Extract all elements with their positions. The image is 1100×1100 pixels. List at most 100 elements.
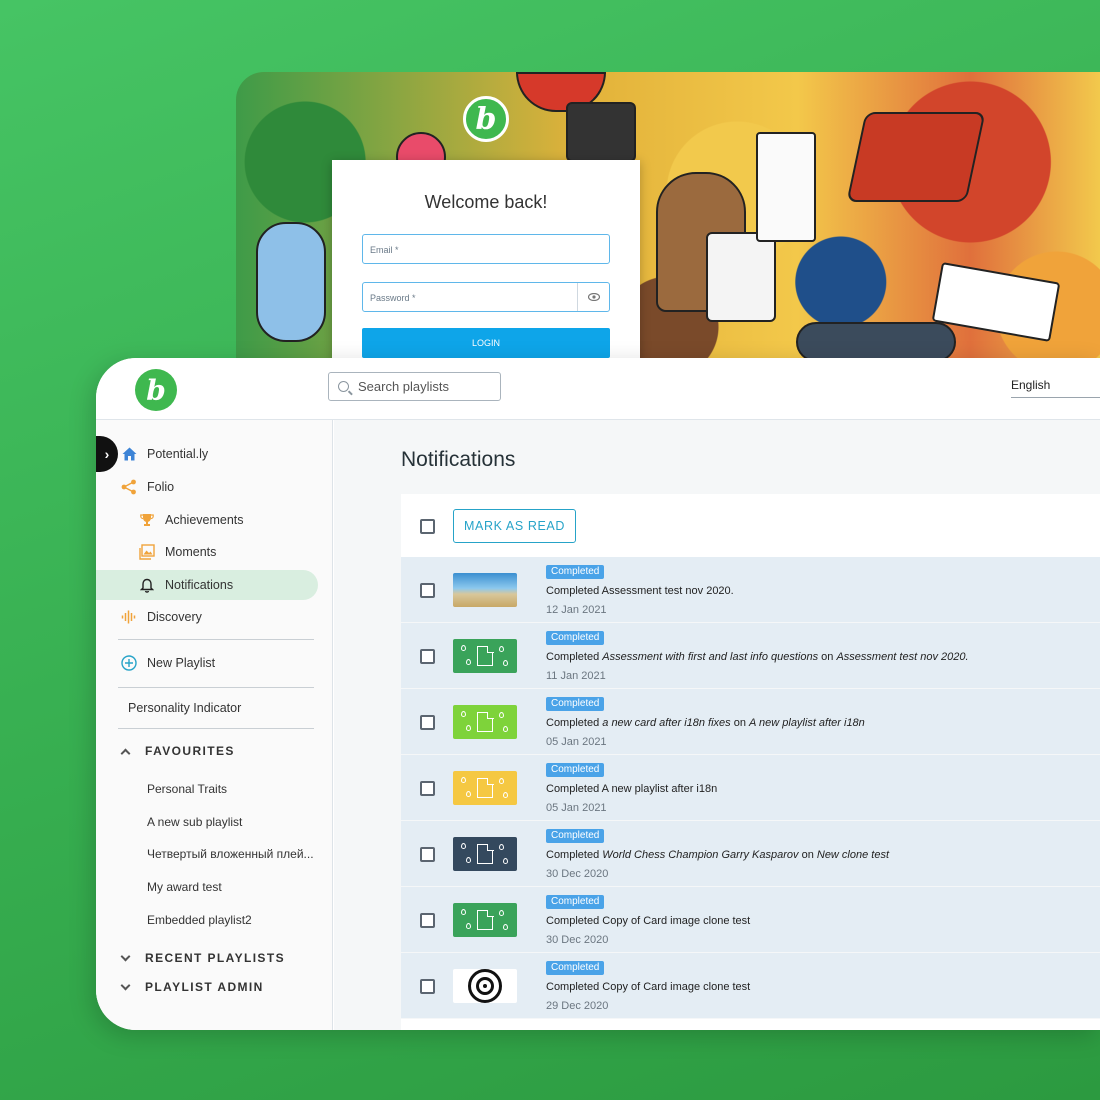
row-checkbox[interactable] [420, 979, 435, 994]
sidebar-divider [118, 687, 314, 688]
sidebar-item-potentially[interactable]: Potential.ly [96, 439, 318, 469]
row-checkbox[interactable] [420, 583, 435, 598]
sidebar: › Potential.ly Folio Achievements Moment [96, 420, 333, 1030]
add-circle-icon [120, 654, 138, 672]
search-icon [338, 381, 349, 392]
notification-date: 11 Jan 2021 [546, 670, 606, 682]
login-title: Welcome back! [424, 192, 548, 212]
favourite-item[interactable]: A new sub playlist [147, 815, 322, 829]
trophy-icon [138, 511, 156, 529]
notification-text: Completed Copy of Card image clone test [546, 915, 751, 927]
audio-wave-icon [120, 608, 138, 626]
status-badge: Completed [546, 631, 605, 645]
recent-playlists-heading: RECENT PLAYLISTS [145, 951, 285, 965]
notification-row[interactable]: Completed Completed World Chess Champion … [401, 821, 1100, 887]
search-input[interactable]: Search playlists [328, 372, 501, 401]
illustration-tv [566, 102, 636, 162]
illustration-surgeon [256, 222, 326, 342]
status-badge: Completed [546, 895, 605, 909]
login-screen-window: b Welcome back! Email * Password * LOGIN [236, 72, 1100, 372]
favourites-toggle[interactable]: FAVOURITES [120, 744, 235, 758]
favourite-item[interactable]: Четвертый вложенный плей... [147, 847, 322, 861]
favourite-item[interactable]: Embedded playlist2 [147, 913, 322, 927]
notification-date: 30 Dec 2020 [546, 868, 609, 880]
playlist-admin-toggle[interactable]: PLAYLIST ADMIN [120, 980, 264, 994]
bell-icon [138, 576, 156, 594]
sidebar-item-folio[interactable]: Folio [96, 472, 318, 502]
recent-playlists-toggle[interactable]: RECENT PLAYLISTS [120, 951, 285, 965]
status-badge: Completed [546, 697, 605, 711]
row-checkbox[interactable] [420, 715, 435, 730]
sidebar-item-achievements[interactable]: Achievements [96, 505, 318, 535]
notification-date: 05 Jan 2021 [546, 802, 607, 814]
notification-text: Completed A new playlist after i18n [546, 783, 718, 795]
page-title: Notifications [401, 448, 516, 471]
login-button[interactable]: LOGIN [362, 328, 610, 358]
notification-date: 30 Dec 2020 [546, 934, 609, 946]
notification-row[interactable]: Completed Completed Copy of Card image cl… [401, 887, 1100, 953]
image-icon [138, 543, 156, 561]
sidebar-item-label: Achievements [165, 513, 244, 527]
app-window: b Search playlists English › Potential.l… [96, 358, 1100, 1030]
row-checkbox[interactable] [420, 847, 435, 862]
main-content: Notifications MARK AS READ Completed Comp… [334, 420, 1100, 1030]
favourite-item[interactable]: Personal Traits [147, 782, 322, 796]
notification-row[interactable]: Completed Completed Assessment with first… [401, 623, 1100, 689]
illustration-canyon [846, 112, 986, 202]
sidebar-item-moments[interactable]: Moments [96, 537, 318, 567]
email-label: Email * [370, 245, 399, 255]
notification-row[interactable]: Completed Completed a new card after i18n… [401, 689, 1100, 755]
new-playlist-button[interactable]: New Playlist [96, 648, 318, 678]
sidebar-item-label: Folio [147, 480, 175, 494]
notification-date: 05 Jan 2021 [546, 736, 607, 748]
sidebar-item-discovery[interactable]: Discovery [96, 602, 318, 632]
select-all-checkbox[interactable] [420, 519, 435, 534]
document-icon [453, 705, 517, 739]
new-playlist-label: New Playlist [147, 656, 216, 670]
row-checkbox[interactable] [420, 781, 435, 796]
email-field[interactable]: Email * [362, 234, 610, 264]
notification-date: 29 Dec 2020 [546, 1000, 609, 1012]
sidebar-item-label: Moments [165, 545, 217, 559]
notification-row[interactable]: Completed Completed Assessment test nov 2… [401, 557, 1100, 623]
notification-text: Completed World Chess Champion Garry Kas… [546, 849, 890, 861]
sidebar-item-label: Discovery [147, 610, 202, 624]
eye-icon[interactable] [577, 283, 609, 311]
playlist-admin-heading: PLAYLIST ADMIN [145, 980, 264, 994]
favourite-item[interactable]: My award test [147, 880, 322, 894]
document-icon [453, 771, 517, 805]
list-toolbar: MARK AS READ [401, 494, 1100, 557]
illustration-camera [706, 232, 776, 322]
sidebar-item-notifications[interactable]: Notifications [96, 570, 318, 600]
row-checkbox[interactable] [420, 649, 435, 664]
row-checkbox[interactable] [420, 913, 435, 928]
beach-thumbnail [453, 573, 517, 607]
notification-text: Completed Assessment test nov 2020. [546, 585, 734, 597]
favourites-heading: FAVOURITES [145, 744, 235, 758]
personality-indicator-label: Personality Indicator [128, 701, 242, 715]
notification-row[interactable]: Completed Completed A new playlist after … [401, 755, 1100, 821]
mark-as-read-button[interactable]: MARK AS READ [453, 509, 576, 543]
personality-indicator-link[interactable]: Personality Indicator [96, 693, 318, 723]
chevron-down-icon [120, 951, 131, 962]
chevron-up-icon [120, 748, 131, 758]
language-select[interactable]: English [1011, 378, 1100, 398]
notification-text: Completed Copy of Card image clone test [546, 981, 751, 993]
login-card: Welcome back! Email * Password * LOGIN [332, 160, 640, 372]
notifications-list: MARK AS READ Completed Completed Assessme… [401, 494, 1100, 1030]
status-badge: Completed [546, 829, 605, 843]
app-logo[interactable]: b [135, 369, 177, 411]
status-badge: Completed [546, 961, 605, 975]
document-icon [453, 903, 517, 937]
home-icon [120, 445, 138, 463]
share-icon [120, 478, 138, 496]
notification-text: Completed Assessment with first and last… [546, 651, 969, 663]
sidebar-divider [118, 728, 314, 729]
notification-date: 12 Jan 2021 [546, 604, 607, 616]
password-field[interactable]: Password * [362, 282, 610, 312]
search-placeholder: Search playlists [358, 379, 450, 394]
illustration-fridge [756, 132, 816, 242]
password-label: Password * [370, 293, 416, 303]
sidebar-item-label: Notifications [165, 578, 234, 592]
notification-row[interactable]: Completed Completed Copy of Card image cl… [401, 953, 1100, 1019]
